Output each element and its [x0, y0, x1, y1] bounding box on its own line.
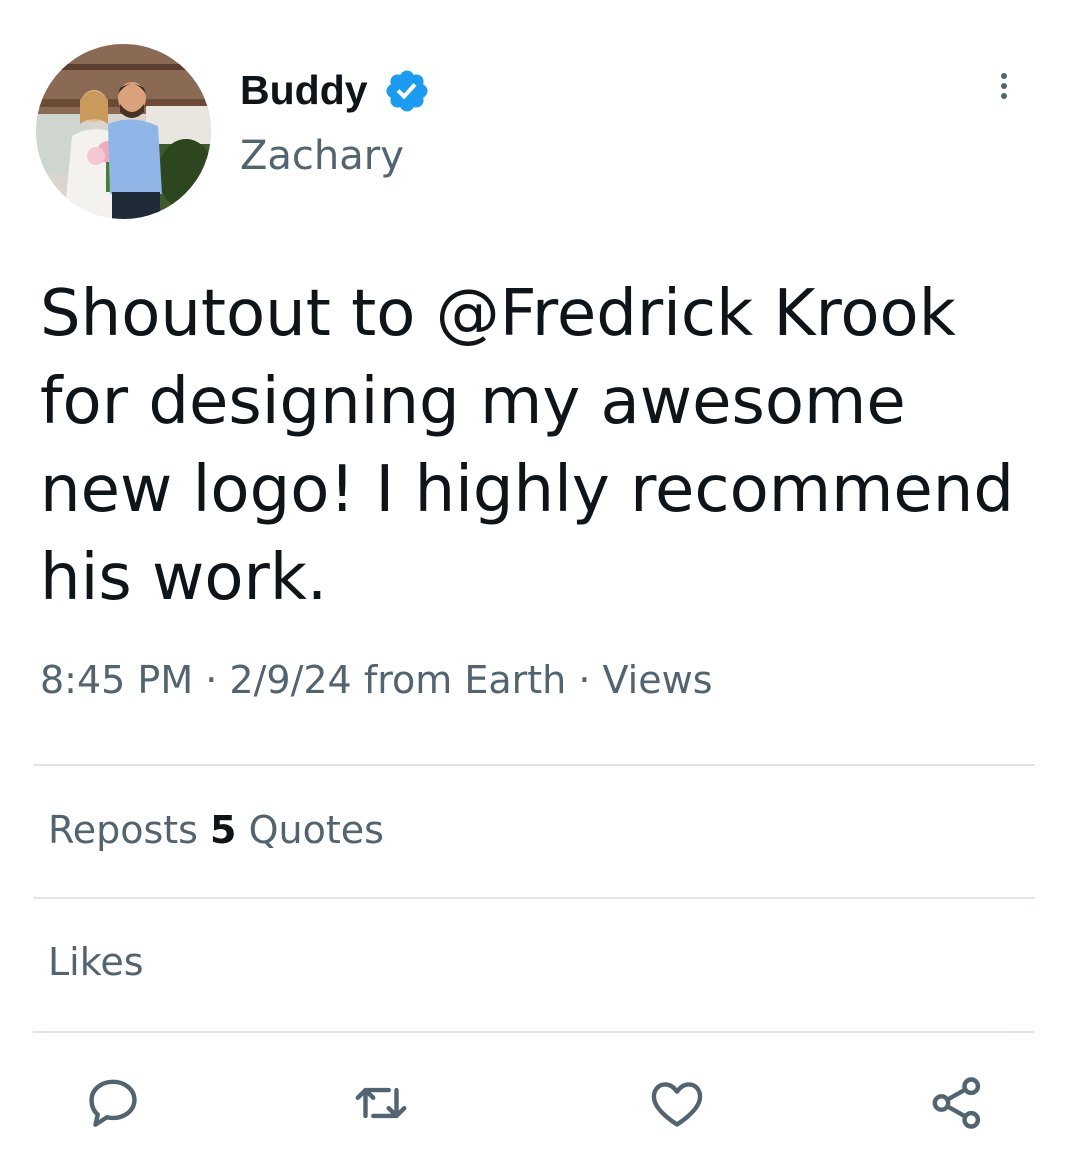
- reply-icon: [89, 1079, 137, 1127]
- like-icon: [651, 1082, 703, 1127]
- divider: [33, 897, 1035, 899]
- display-name[interactable]: Buddy: [240, 62, 368, 118]
- divider: [33, 1031, 1035, 1033]
- tweet-meta: 8:45 PM · 2/9/24 from Earth · Views: [40, 652, 713, 708]
- reposts-link[interactable]: Reposts: [48, 808, 198, 852]
- repost-icon: [355, 1087, 407, 1119]
- avatar-photo: [36, 44, 211, 219]
- user-handle[interactable]: Zachary: [240, 128, 404, 184]
- tweet-time[interactable]: 8:45 PM: [40, 658, 193, 702]
- likes-link[interactable]: Likes: [48, 940, 144, 984]
- meta-separator: ·: [205, 658, 218, 702]
- avatar[interactable]: [36, 44, 211, 219]
- quotes-link[interactable]: Quotes: [249, 808, 384, 852]
- likes-row: Likes: [48, 934, 144, 990]
- verified-badge-icon: [386, 70, 428, 112]
- reposts-quotes-row: Reposts 5 Quotes: [48, 802, 384, 858]
- share-button[interactable]: [926, 1072, 988, 1134]
- meta-separator-2: ·: [578, 658, 591, 702]
- share-icon: [932, 1077, 981, 1129]
- more-options-icon[interactable]: [982, 64, 1026, 108]
- like-button[interactable]: [646, 1072, 708, 1134]
- repost-button[interactable]: [350, 1072, 412, 1134]
- quotes-count[interactable]: 5: [210, 808, 236, 852]
- tweet-source: from Earth: [363, 658, 567, 702]
- divider: [33, 764, 1035, 766]
- views-label[interactable]: Views: [603, 658, 713, 702]
- reply-button[interactable]: [82, 1072, 144, 1134]
- tweet-text: Shoutout to @Fredrick Krook for designin…: [40, 277, 1014, 615]
- tweet-date[interactable]: 2/9/24: [229, 658, 351, 702]
